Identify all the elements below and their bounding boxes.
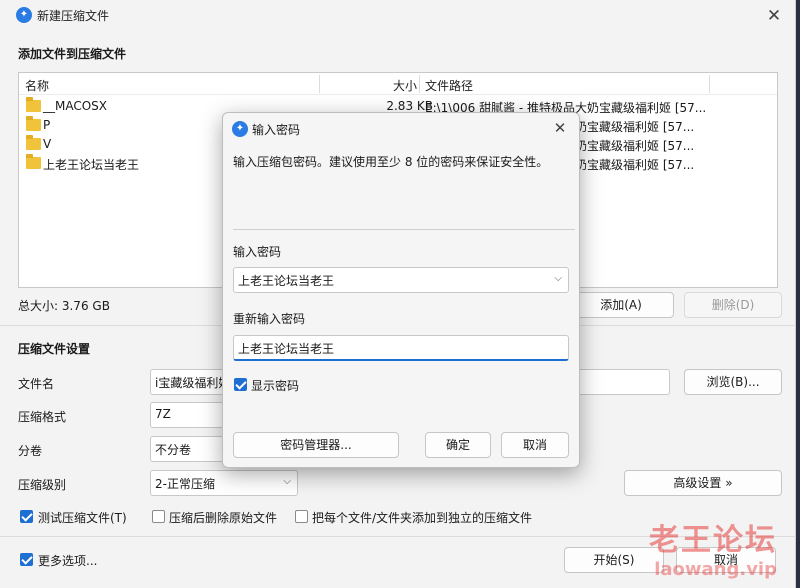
browse-button[interactable]: 浏览(B)...: [684, 369, 782, 395]
password-label: 输入密码: [233, 245, 282, 259]
column-separator[interactable]: [419, 75, 420, 93]
confirm-password-input[interactable]: 上老王论坛当老王: [233, 335, 569, 361]
watermark-url: laowang.vip: [654, 559, 777, 580]
column-header-size[interactable]: 大小: [393, 77, 417, 94]
folder-icon: [26, 135, 41, 150]
file-path: 奶宝藏级福利姬 [57...: [575, 120, 695, 134]
column-separator[interactable]: [709, 75, 710, 93]
close-icon[interactable]: ✕: [762, 4, 786, 28]
dialog-title: 输入密码: [252, 123, 301, 137]
volume-label: 分卷: [18, 444, 43, 458]
window-title: 新建压缩文件: [37, 9, 110, 23]
password-value: 上老王论坛当老王: [238, 274, 335, 288]
show-password-checkbox[interactable]: [234, 378, 247, 391]
ok-button[interactable]: 确定: [425, 432, 491, 458]
password-input[interactable]: 上老王论坛当老王 ⌵: [233, 267, 569, 293]
show-password-label[interactable]: 显示密码: [251, 377, 299, 394]
total-size: 总大小: 3.76 GB: [18, 299, 110, 313]
delete-after-checkbox[interactable]: [152, 510, 165, 523]
dialog-cancel-button[interactable]: 取消: [501, 432, 569, 458]
close-icon[interactable]: ✕: [549, 117, 571, 139]
delete-button[interactable]: 删除(D): [684, 292, 782, 318]
column-header-path[interactable]: 文件路径: [425, 77, 473, 94]
file-name: V: [43, 137, 52, 151]
chevron-down-icon[interactable]: ⌵: [554, 273, 562, 284]
file-name: 上老王论坛当老王: [43, 158, 140, 172]
format-value: 7Z: [155, 407, 171, 421]
more-options-checkbox[interactable]: [20, 553, 33, 566]
dialog-description: 输入压缩包密码。建议使用至少 8 位的密码来保证安全性。: [233, 155, 549, 169]
password-manager-button[interactable]: 密码管理器...: [233, 432, 399, 458]
file-path: 奶宝藏级福利姬 [57...: [575, 139, 695, 153]
advanced-settings-button[interactable]: 高级设置 »: [624, 470, 782, 496]
more-options-label[interactable]: 更多选项...: [38, 552, 97, 569]
folder-icon: [26, 154, 41, 169]
format-label: 压缩格式: [18, 410, 67, 424]
separate-archives-label[interactable]: 把每个文件/文件夹添加到独立的压缩文件: [312, 509, 532, 526]
file-list-header: 名称 大小 文件路径: [19, 73, 777, 95]
chevron-down-icon: ⌵: [283, 476, 291, 487]
divider: [233, 229, 575, 230]
folder-icon: [26, 116, 41, 131]
file-name: __MACOSX: [43, 99, 108, 113]
watermark: 老王论坛 laowang.vip: [649, 515, 777, 580]
settings-heading: 压缩文件设置: [18, 342, 91, 356]
column-header-name[interactable]: 名称: [25, 77, 49, 94]
column-separator[interactable]: [319, 75, 320, 93]
confirm-password-label: 重新输入密码: [233, 312, 306, 326]
filename-label: 文件名: [18, 377, 55, 391]
separate-archives-checkbox[interactable]: [295, 510, 308, 523]
app-logo-icon: ✦: [16, 7, 32, 23]
add-button[interactable]: 添加(A): [568, 292, 674, 318]
folder-icon: [26, 97, 41, 112]
level-label: 压缩级别: [18, 478, 67, 492]
password-dialog: ✦ 输入密码 ✕ 输入压缩包密码。建议使用至少 8 位的密码来保证安全性。 输入…: [222, 112, 580, 468]
level-select[interactable]: 2-正常压缩 ⌵: [150, 470, 298, 496]
app-logo-icon: ✦: [232, 121, 248, 137]
file-name: P: [43, 118, 51, 132]
level-value: 2-正常压缩: [155, 477, 215, 491]
file-path: 奶宝藏级福利姬 [57...: [575, 158, 695, 172]
volume-value: 不分卷: [155, 443, 192, 457]
test-archive-checkbox[interactable]: [20, 510, 33, 523]
titlebar: ✦ 新建压缩文件 ✕: [0, 0, 796, 32]
watermark-text: 老王论坛: [649, 523, 777, 558]
delete-after-label[interactable]: 压缩后删除原始文件: [169, 509, 277, 526]
test-archive-label[interactable]: 测试压缩文件(T): [38, 509, 127, 526]
files-section-heading: 添加文件到压缩文件: [18, 47, 127, 61]
